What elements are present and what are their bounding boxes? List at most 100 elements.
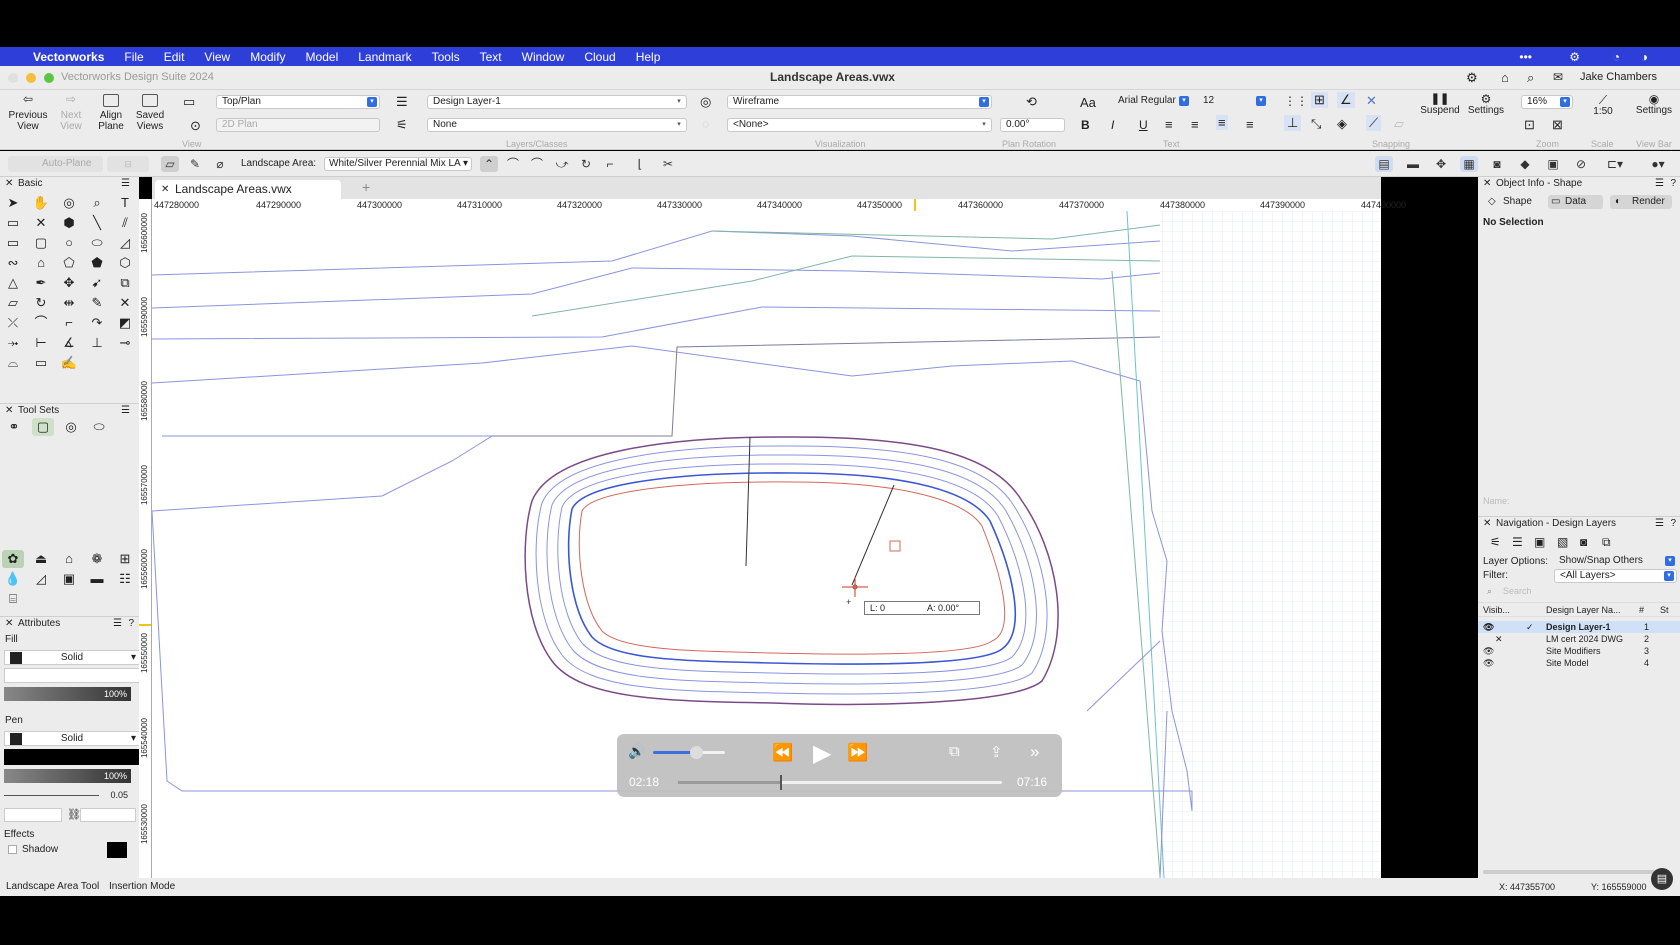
notification-icon[interactable]: ✉	[1553, 70, 1563, 84]
user-name[interactable]: Jake Chambers	[1580, 71, 1657, 83]
menu-view[interactable]: View	[204, 50, 230, 64]
volume-knob[interactable]	[690, 746, 704, 759]
globe-icon[interactable]: ●▾	[1646, 156, 1670, 172]
class-dropdown[interactable]: None ▾	[427, 118, 687, 132]
landscape-area-tool-icon[interactable]: ✿	[2, 550, 24, 568]
playback-scrubber[interactable]	[678, 775, 1002, 790]
double-polygon-tool-icon[interactable]: ⬟	[86, 254, 108, 272]
scale-button[interactable]: ⟋ 1:50	[1588, 94, 1618, 117]
trim-tool-icon[interactable]: ✕	[114, 294, 136, 312]
help-icon[interactable]: ?	[128, 617, 134, 631]
menu-icon[interactable]: ☰	[1655, 517, 1664, 531]
menu-help[interactable]: Help	[636, 50, 661, 64]
chamfer-tool-icon[interactable]: ⌐	[58, 314, 80, 332]
pen-opacity-slider[interactable]: 100%	[4, 769, 131, 783]
floating-data-bar[interactable]: L: 0 A: 0.00°	[864, 601, 980, 615]
minimize-window-button[interactable]	[26, 73, 36, 83]
arc-tool-icon[interactable]: ◿	[114, 234, 136, 252]
pen-style-dropdown[interactable]: Solid ▾	[4, 731, 140, 746]
link-icon[interactable]: ⛓	[67, 808, 81, 821]
document-tab[interactable]: ✕ Landscape Areas.vwx	[155, 180, 341, 199]
wifi-icon[interactable]: ◔	[1613, 50, 1620, 64]
snap-working-plane-icon[interactable]: ▱	[1394, 116, 1404, 132]
site-planning-set-icon[interactable]: ⚭	[3, 418, 25, 436]
close-icon[interactable]: ✕	[5, 404, 13, 418]
menu-tools[interactable]: Tools	[432, 50, 460, 64]
menu-cloud[interactable]: Cloud	[584, 50, 615, 64]
snap-object-icon[interactable]: ⊞	[1311, 92, 1328, 108]
railing-tool-icon[interactable]: ☷	[114, 570, 136, 588]
lights-icon[interactable]: ◌	[702, 117, 709, 131]
shadow-checkbox[interactable]	[8, 845, 17, 854]
tool-preferences-icon[interactable]: ✂	[659, 156, 677, 172]
rounded-rect-tool-icon[interactable]: ▢	[30, 234, 52, 252]
visualization-dropdown[interactable]: <None> ▾	[727, 118, 992, 132]
redline-tool-icon[interactable]: ✍	[58, 354, 80, 372]
plan-rotation-icon[interactable]: ⟲	[1026, 94, 1037, 110]
line-tool-icon[interactable]: ╲	[86, 214, 108, 232]
volume-icon[interactable]: 🔊	[628, 743, 645, 760]
menu-icon[interactable]: ☰	[121, 404, 130, 418]
landscape-set-icon[interactable]: ▢	[32, 418, 54, 436]
table-row[interactable]: 👁 ✓ Design Layer-1 1	[1478, 621, 1680, 633]
layer-options-dropdown[interactable]: Show/Snap Others ▾	[1554, 555, 1677, 569]
rectangle-tool-icon[interactable]: ▭	[2, 234, 24, 252]
render-mode-dropdown[interactable]: Wireframe ▾	[727, 95, 992, 109]
play-icon[interactable]: ▶	[813, 739, 831, 768]
water-drop-icon[interactable]: 💧	[2, 570, 24, 588]
symbol-tool-icon[interactable]: ⬢	[58, 214, 80, 232]
landscape-area-style-dropdown[interactable]: White/Silver Perennial Mix LA ▾	[324, 157, 472, 171]
search-icon[interactable]: ⌕	[1527, 70, 1534, 86]
circle-tool-icon[interactable]: ○	[58, 234, 80, 252]
table-row[interactable]: 👁 Site Model 4	[1478, 657, 1680, 669]
table-row[interactable]: 👁 Site Modifiers 3	[1478, 645, 1680, 657]
line-weight-field[interactable]: 0.05	[4, 788, 136, 802]
zoom-field[interactable]: 16% ▾	[1521, 95, 1573, 109]
layers-icon[interactable]: ☰	[1512, 535, 1523, 549]
plant-set-icon[interactable]: ◎	[60, 418, 82, 436]
start-marker-dropdown[interactable]	[4, 808, 62, 822]
menu-icon[interactable]: ☰	[113, 617, 122, 631]
view-dropdown[interactable]: Top/Plan ▾	[216, 95, 380, 109]
control-center-icon[interactable]: ⚙	[1569, 50, 1580, 64]
column-layer-name[interactable]: Design Layer Na...	[1546, 603, 1621, 618]
viewport-tool-icon[interactable]: ▭	[30, 354, 52, 372]
saved-views-icon[interactable]: ◙	[1580, 535, 1587, 549]
protractor-icon[interactable]: ⊸	[114, 334, 136, 352]
plane-dropdown[interactable]: 2D Plan	[216, 118, 380, 132]
layer-dropdown[interactable]: Design Layer-1 ▾	[427, 95, 687, 109]
move-by-points-icon[interactable]: ⤞	[2, 334, 24, 352]
saved-views-button[interactable]: Saved Views	[132, 94, 168, 132]
zoom-fit-icon[interactable]: ⊡	[1524, 117, 1535, 133]
camera-icon[interactable]: ◙	[1488, 156, 1506, 172]
playhead[interactable]	[780, 775, 783, 790]
view-options-icon[interactable]: ⊏▾	[1603, 156, 1627, 172]
visibility-tool-icon[interactable]: ➹	[86, 274, 108, 292]
existing-tree-icon[interactable]: ❁	[86, 550, 108, 568]
regular-polygon-tool-icon[interactable]: ⬡	[114, 254, 136, 272]
radius-vertex-icon[interactable]: ⌐	[601, 156, 619, 172]
render-mode-icon[interactable]: ◎	[700, 94, 711, 110]
menu-app[interactable]: Vectorworks	[33, 50, 104, 64]
triangle-tool-icon[interactable]: △	[2, 274, 24, 292]
fillet-tool-icon[interactable]: ⌒	[30, 314, 52, 332]
underline-button[interactable]: U	[1139, 118, 1148, 132]
create-similar-tool-icon[interactable]: ⧉	[114, 274, 136, 292]
column-number[interactable]: #	[1639, 603, 1644, 618]
massing-tool-icon[interactable]: ⏏	[30, 550, 52, 568]
rotate-tool-icon[interactable]: ↻	[30, 294, 52, 312]
close-window-button[interactable]	[8, 73, 18, 83]
classes-icon[interactable]: ⚟	[396, 117, 408, 133]
classes-icon[interactable]: ⚟	[1490, 535, 1501, 549]
grade-tool-icon[interactable]: ◿	[30, 570, 52, 588]
snap-settings-button[interactable]: ⚙ Settings	[1466, 93, 1506, 116]
polyline-tool-icon[interactable]: ⌂	[30, 254, 52, 272]
fill-style-dropdown[interactable]: Solid ▾	[4, 650, 140, 665]
column-visibility[interactable]: Visib...	[1483, 603, 1510, 618]
fast-forward-icon[interactable]: ⏩	[847, 743, 868, 763]
target-icon[interactable]: ✥	[1432, 156, 1450, 172]
sheet-layers-icon[interactable]: ▣	[1534, 535, 1545, 549]
view-bar-settings-button[interactable]: ◉ Settings	[1632, 93, 1676, 116]
help-icon[interactable]: ?	[1670, 517, 1676, 531]
help-icon[interactable]: ?	[1670, 177, 1676, 191]
